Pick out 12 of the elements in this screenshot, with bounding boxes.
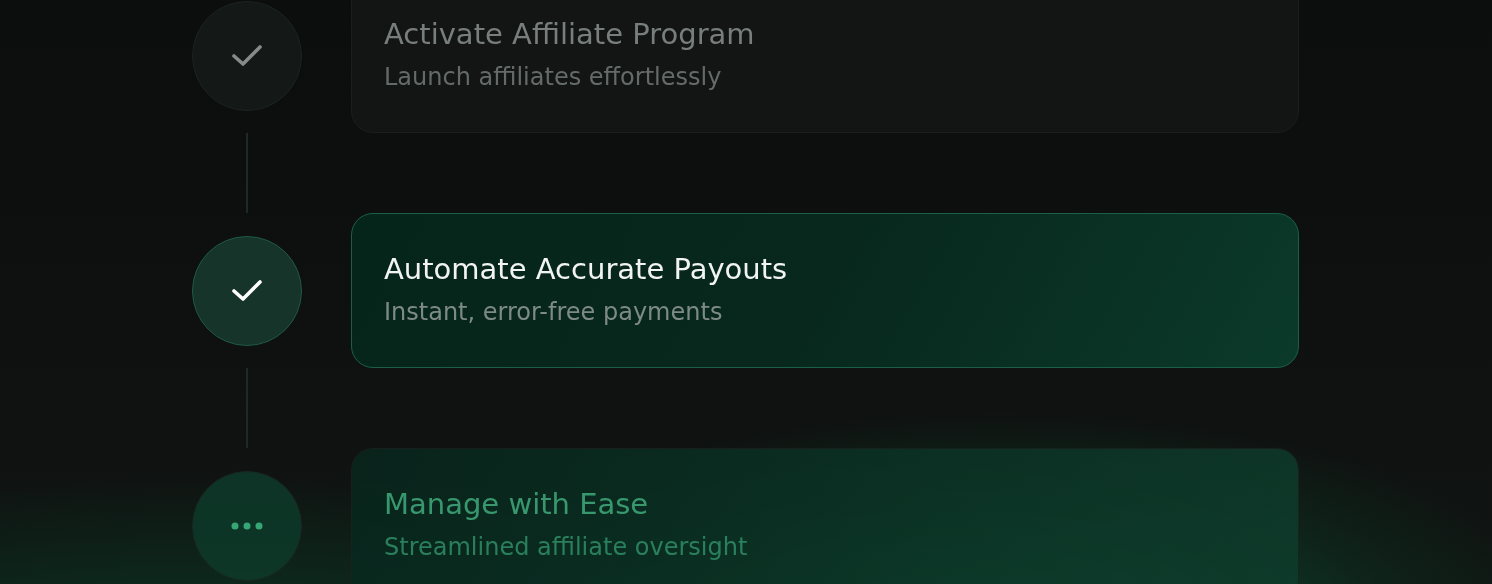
step-subtitle: Instant, error-free payments: [384, 298, 724, 326]
check-icon: [231, 278, 263, 303]
step-card[interactable]: Manage with Ease Streamlined affiliate oversight: [351, 448, 1299, 584]
step-title: Manage with Ease: [384, 487, 650, 521]
dots-icon: [231, 521, 263, 530]
step-card[interactable]: Activate Affiliate Program Launch affiliates effortlessly: [351, 0, 1299, 133]
step-subtitle: Launch affiliates effortlessly: [384, 63, 723, 91]
step-title: Activate Affiliate Program: [384, 17, 756, 51]
check-icon: [231, 43, 263, 68]
step-title: Automate Accurate Payouts: [384, 252, 789, 286]
step-card[interactable]: Automate Accurate Payouts Instant, error-free payments: [351, 213, 1299, 368]
step-subtitle: Streamlined affiliate oversight: [384, 533, 749, 561]
